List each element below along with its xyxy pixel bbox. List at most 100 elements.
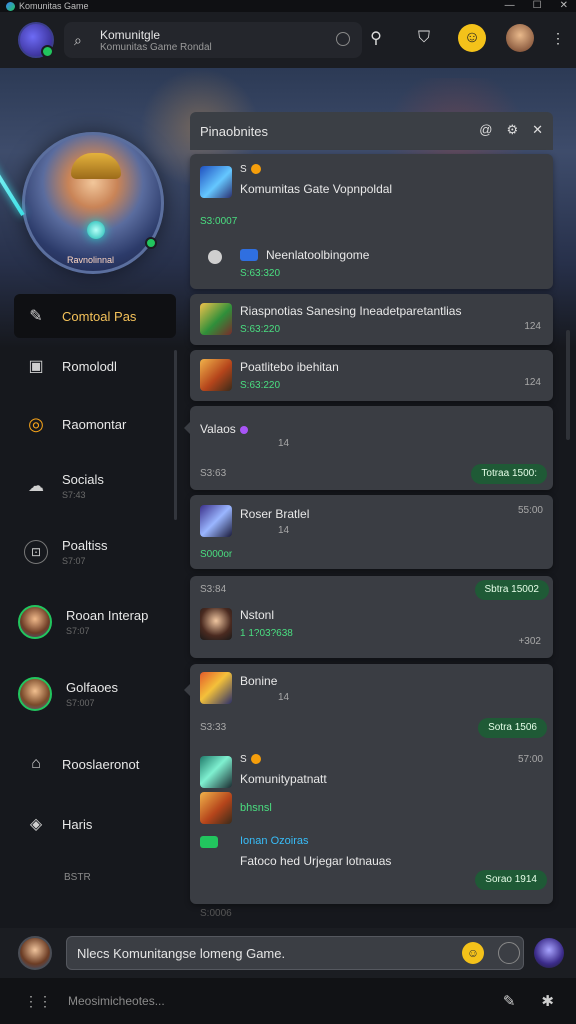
sidebar-item-comtoal-pas[interactable]: ✎ Comtoal Pas [14,294,176,338]
notification-card[interactable]: Roser Bratlel 14 S000or 55:00 [190,495,553,569]
card-avatar [200,608,232,640]
panel-footer: S:0006 [200,908,232,919]
search-clear-icon[interactable] [336,32,350,46]
notification-card[interactable]: Sbtra 15002 S3:84 Nstonl 1 1?03?638 +302 [190,576,553,658]
status-pill[interactable]: Sotra 1506 [478,718,547,738]
notification-card[interactable]: Poatlitebo ibehitan S:63:220 124 [190,350,553,401]
app-logo[interactable] [18,22,54,58]
search-title: Komunitgle [100,27,161,42]
window-title: Komunitas Game [19,1,89,11]
sidebar-item-sub: S7:43 [62,490,86,500]
hero-portrait[interactable]: Ravnolinnal [0,120,164,274]
card-thumbnail [200,756,232,788]
chat-chip-icon [240,249,258,261]
pin-icon[interactable]: ✎ [503,992,516,1010]
sparkle-icon [239,425,248,434]
status-pill[interactable]: Sbtra 15002 [474,580,549,600]
status-pill[interactable]: Totraa 1500: [471,464,547,484]
sidebar-item-label: Romolodl [62,358,117,374]
sidebar-item-label: Raomontar [62,416,127,432]
card-line: Ionan Ozoiras [240,835,309,847]
sidebar-item-sub: S7:07 [62,556,86,566]
avatar [18,605,52,639]
coin-badge-icon [250,164,261,175]
card-title: Valaos [200,422,248,436]
notification-card[interactable]: Valaos 14 S3:63 Totraa 1500: [184,406,553,490]
card-title: Komumitas Gate Vopnpoldal [240,182,393,196]
close-icon[interactable]: ✕ [532,122,543,138]
card-title: Bonine [240,674,278,688]
maximize-button[interactable]: ☐ [533,0,542,12]
attach-icon[interactable] [498,942,520,964]
notification-card[interactable]: Bonine 14 S3:33 Sotra 1506 S 57:00 Komun… [184,664,553,904]
card-count: 14 [278,438,290,449]
search-subtitle: Komunitas Game Rondal [100,41,212,53]
chat-bubble-icon: ✎ [29,308,43,325]
search-icon[interactable]: ⚲ [362,24,390,52]
speaker-icon [208,250,222,264]
card-count: +302 [518,636,541,647]
coin-badge-icon [250,754,261,765]
sidebar-item-raomontar[interactable]: ◎ Raomontar [14,402,176,446]
notification-card[interactable]: Riaspnotias Sanesing Ineadetparetantlias… [190,294,553,345]
card-time: 55:00 [517,505,543,516]
tag-icon: ⌂ [31,755,41,772]
sidebar-item-poaltiss[interactable]: ⊡ Poaltiss S7:07 [14,530,176,574]
composer: Nlecs Komunitangse lomeng Game. ☺ [0,928,576,978]
card-thumbnail [200,792,232,824]
at-icon[interactable]: @ [479,122,492,138]
cloud-icon: ☁ [28,478,44,495]
profile-avatar[interactable] [534,938,564,968]
bottom-bar: ⋮⋮ Meosimicheotes... ✎ ✱ [0,978,576,1024]
search-icon: ⌕ [74,31,82,48]
avatar [18,677,52,711]
gem-icon [87,221,105,239]
card-time: S3:63 [200,468,227,479]
notifications-header: Pinaobnites @ ⚙ ✕ [190,112,553,150]
paint-bucket-icon[interactable]: ⛉ [410,24,438,52]
top-bar: ⌕ Komunitgle Komunitas Game Rondal ⚲ ⛉ ☺… [0,12,576,68]
minimize-button[interactable]: — [505,0,515,12]
card-count: 14 [278,692,290,703]
more-icon[interactable]: ⋮ [551,24,565,52]
sidebar: ✎ Comtoal Pas ▣ Romolodl ◎ Raomontar ☁ S… [0,290,184,910]
gold-coin-icon: ◎ [28,413,44,434]
window-titlebar: Komunitas Game — ☐ ✕ [0,0,576,12]
user-avatar[interactable] [18,936,52,970]
grid-icon[interactable]: ⋮⋮ [24,993,52,1010]
status-pill[interactable]: Sorao 1914 [475,870,547,890]
panel-scrollbar[interactable] [566,330,570,440]
settings-icon[interactable]: ✱ [541,992,554,1010]
store-icon: ▣ [28,358,44,375]
card-count: 124 [524,377,541,388]
sidebar-item-rooslaeronot[interactable]: ⌂ Rooslaeronot [14,742,176,786]
card-line: Fatoco hed Urjegar lotnauas [240,854,392,868]
sidebar-scrollbar[interactable] [174,350,177,520]
sidebar-item-rooan-interap[interactable]: Rooan Interap S7:07 [14,600,176,644]
bottom-status-text: Meosimicheotes... [68,994,165,1008]
settings-icon[interactable]: ⚙ [506,122,518,138]
sidebar-item-golfaoes[interactable]: Golfaoes S7:007 [14,672,176,716]
sidebar-item-haris[interactable]: ◈ Haris [14,802,176,846]
sidebar-item-label: Comtoal Pas [62,308,137,324]
user-avatar[interactable] [506,24,534,52]
card-time: 57:00 [517,754,543,765]
message-input[interactable]: Nlecs Komunitangse lomeng Game. [66,936,524,970]
sidebar-item-sub: S7:07 [66,626,90,636]
sidebar-item-romolodl[interactable]: ▣ Romolodl [14,344,176,388]
sidebar-item-sub: S7:007 [66,698,95,708]
card-title: Nstonl [240,608,275,622]
compass-icon: ◈ [29,816,43,833]
sidebar-footer: BSTR [64,872,91,883]
card-meta: 1 1?03?638 [240,628,293,639]
close-window-button[interactable]: ✕ [560,0,568,12]
lock-icon: ⊡ [24,540,48,564]
top-icons: ⚲ ⛉ ☺ ⋮ [362,24,565,52]
sidebar-item-socials[interactable]: ☁ Socials S7:43 [14,464,176,508]
notification-card[interactable]: S Komumitas Gate Vopnpoldal S3:0007 Neen… [190,154,553,289]
search-input[interactable]: ⌕ Komunitgle Komunitas Game Rondal [64,22,362,58]
card-meta: S:63:220 [240,324,281,335]
sidebar-item-label: Socials [62,472,104,487]
smiley-gold-icon[interactable]: ☺ [458,24,486,52]
emoji-icon[interactable]: ☺ [462,942,484,964]
